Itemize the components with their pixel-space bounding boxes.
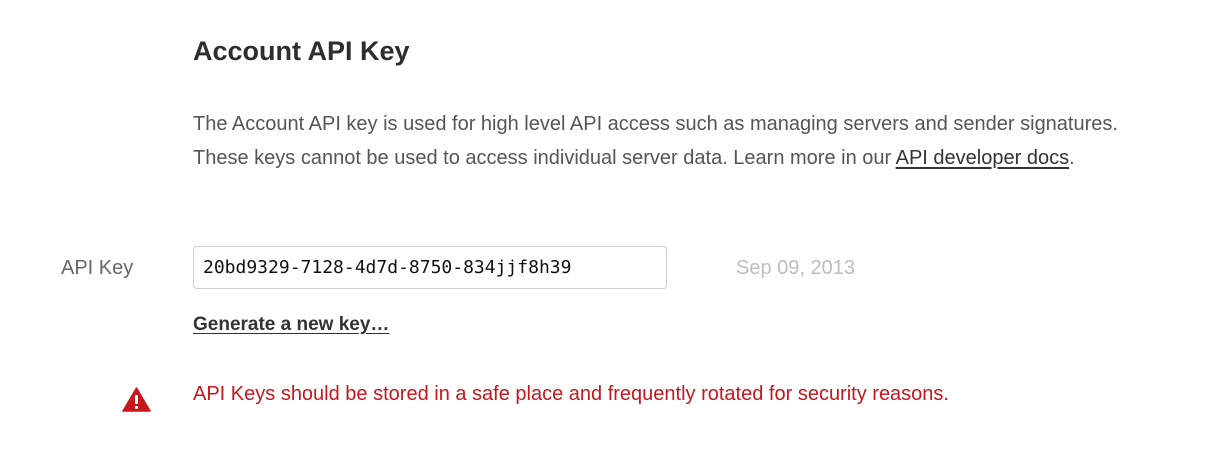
security-warning-text: API Keys should be stored in a safe plac… (193, 383, 949, 405)
api-docs-link[interactable]: API developer docs (896, 147, 1069, 169)
warning-triangle-icon (122, 387, 151, 412)
description-end: . (1069, 147, 1075, 169)
page-title: Account API Key (193, 36, 410, 66)
section-description: The Account API key is used for high lev… (193, 107, 1178, 175)
api-key-created-date: Sep 09, 2013 (736, 257, 855, 279)
api-key-field[interactable] (193, 246, 667, 289)
api-key-label: API Key (61, 257, 134, 279)
generate-new-key-link[interactable]: Generate a new key… (193, 314, 389, 336)
